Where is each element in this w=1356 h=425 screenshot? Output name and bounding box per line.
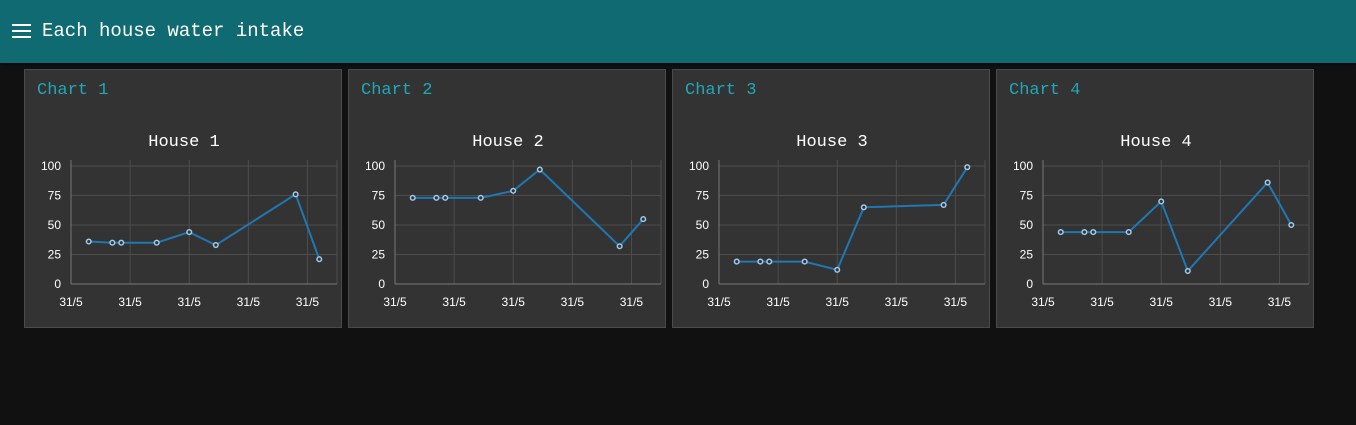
data-point[interactable] [1288, 221, 1295, 229]
data-point[interactable] [834, 266, 841, 273]
chart-title: House 2 [472, 133, 543, 152]
data-point[interactable] [940, 201, 947, 208]
y-tick-label: 0 [1026, 277, 1033, 291]
data-point[interactable] [1264, 179, 1271, 186]
x-tick-label: 31/5 [1268, 295, 1292, 309]
x-tick-label: 31/5 [826, 295, 850, 309]
data-point[interactable] [616, 243, 623, 250]
data-point[interactable] [964, 164, 971, 171]
y-tick-label: 100 [365, 159, 385, 173]
x-tick-label: 31/5 [1150, 295, 1174, 309]
chart-title: House 3 [796, 133, 867, 152]
data-point[interactable] [1158, 198, 1165, 205]
data-point[interactable] [766, 258, 773, 265]
data-point[interactable] [1081, 229, 1088, 236]
x-tick-label: 31/5 [766, 295, 790, 309]
series-line [88, 192, 321, 260]
data-point[interactable] [733, 258, 740, 265]
data-point[interactable] [409, 194, 416, 201]
y-tick-label: 25 [1020, 248, 1034, 262]
x-tick-label: 31/5 [296, 295, 320, 309]
data-point[interactable] [153, 239, 160, 246]
data-point[interactable] [118, 239, 125, 246]
y-tick-label: 25 [372, 248, 386, 262]
data-point[interactable] [1125, 229, 1132, 236]
line-chart-house-4: House 4 100 75 50 25 0 31/5 31/5 31/5 31/5 31/5 [1013, 133, 1310, 309]
y-tick-label: 75 [372, 189, 386, 203]
x-tick-label: 31/5 [442, 295, 466, 309]
chart-title: House 1 [148, 133, 219, 152]
y-tick-label: 25 [48, 248, 62, 262]
x-tick-label: 31/5 [885, 295, 909, 309]
y-tick-label: 100 [41, 159, 61, 173]
x-tick-label: 31/5 [59, 295, 83, 309]
data-point[interactable] [85, 238, 92, 245]
y-tick-label: 50 [372, 218, 386, 232]
data-point[interactable] [477, 194, 484, 201]
x-tick-label: 31/5 [707, 295, 731, 309]
chart-card-1: Chart 1 House 1 100 75 50 25 0 31/5 31/5 31/5 31/… [24, 69, 342, 328]
data-point[interactable] [860, 204, 867, 211]
y-tick-label: 100 [689, 159, 709, 173]
data-point[interactable] [186, 229, 193, 236]
x-tick-label: 31/5 [502, 295, 526, 309]
y-tick-label: 0 [378, 277, 385, 291]
y-tick-label: 50 [1020, 218, 1034, 232]
y-tick-label: 0 [702, 277, 709, 291]
data-point[interactable] [212, 242, 219, 249]
data-point[interactable] [292, 191, 299, 198]
data-point[interactable] [757, 258, 764, 265]
line-chart-house-1: House 1 100 75 50 25 0 31/5 31/5 31/5 31/5 31/5 [41, 133, 338, 309]
y-tick-label: 75 [1020, 189, 1034, 203]
chart-card-2: Chart 2 House 2 100 75 50 25 0 31/5 31/5 31/5 31/… [348, 69, 666, 328]
data-point[interactable] [1184, 267, 1191, 275]
x-tick-label: 31/5 [561, 295, 585, 309]
data-point[interactable] [1057, 229, 1064, 236]
y-tick-label: 75 [696, 189, 710, 203]
x-tick-label: 31/5 [178, 295, 202, 309]
y-tick-label: 50 [696, 218, 710, 232]
x-tick-label: 31/5 [944, 295, 968, 309]
x-tick-label: 31/5 [1031, 295, 1055, 309]
data-point[interactable] [1090, 229, 1097, 236]
x-tick-label: 31/5 [237, 295, 261, 309]
x-tick-label: 31/5 [1209, 295, 1233, 309]
line-chart-house-2: House 2 100 75 50 25 0 31/5 31/5 31/5 31/5 31/5 [365, 133, 662, 309]
line-chart-house-3: House 3 100 75 50 25 0 31/5 31/5 31/5 31/5 31/5 [689, 133, 986, 309]
y-tick-label: 50 [48, 218, 62, 232]
chart-card-3: Chart 3 House 3 100 75 50 25 0 31/5 31/5 31/5 31/… [672, 69, 990, 328]
app-header: Each house water intake [0, 0, 1356, 63]
hamburger-menu-icon[interactable] [12, 24, 32, 40]
data-point[interactable] [640, 216, 647, 223]
x-tick-label: 31/5 [1090, 295, 1114, 309]
chart-title: House 4 [1120, 133, 1191, 152]
y-tick-label: 75 [48, 189, 62, 203]
data-point[interactable] [442, 194, 449, 201]
y-tick-label: 0 [54, 277, 61, 291]
chart-card-4: Chart 4 House 4 100 75 50 25 0 31/5 31/5 31/5 31/… [996, 69, 1314, 328]
x-tick-label: 31/5 [118, 295, 142, 309]
page-title: Each house water intake [42, 20, 305, 42]
series-line [412, 168, 645, 248]
data-point[interactable] [536, 166, 543, 173]
x-tick-label: 31/5 [620, 295, 644, 309]
y-tick-label: 25 [696, 248, 710, 262]
y-tick-label: 100 [1013, 159, 1033, 173]
data-point[interactable] [109, 239, 116, 246]
x-tick-label: 31/5 [383, 295, 407, 309]
data-point[interactable] [510, 187, 517, 194]
data-point[interactable] [801, 258, 808, 265]
data-point[interactable] [316, 256, 323, 263]
data-point[interactable] [433, 194, 440, 201]
